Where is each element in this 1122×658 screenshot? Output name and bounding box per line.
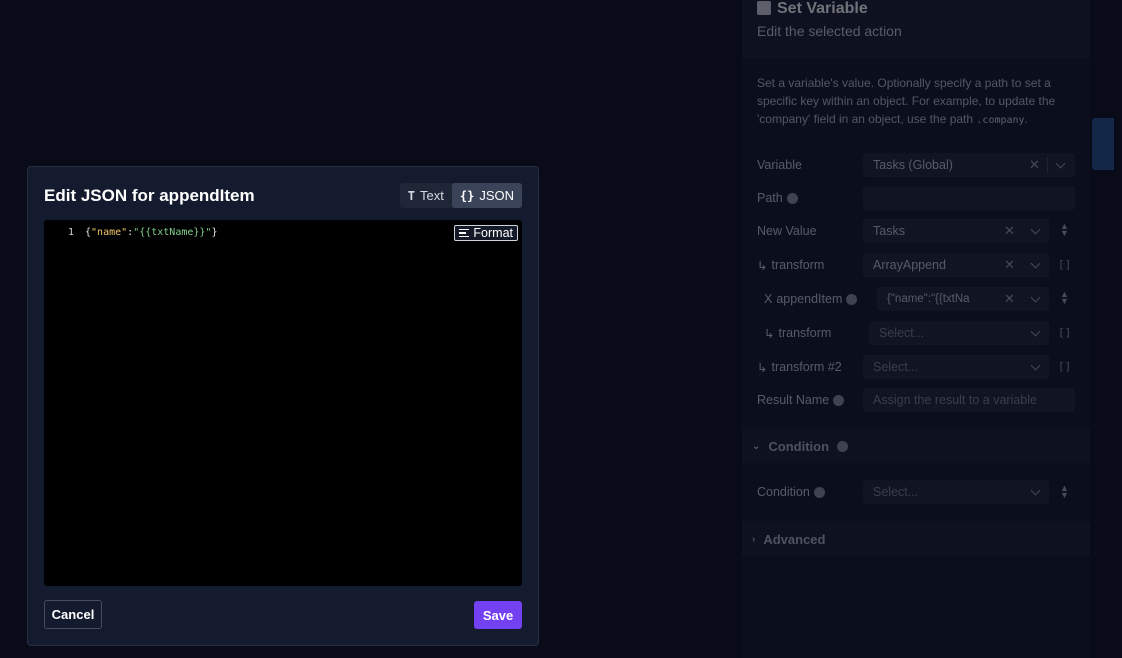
modal-title: Edit JSON for appendItem [44, 186, 255, 205]
properties-panel: Set Variable Edit the selected action Se… [742, 0, 1090, 658]
chevron-right-icon: › [752, 533, 756, 545]
format-button[interactable]: Format [454, 225, 518, 241]
result-name-input[interactable]: Assign the result to a variable [863, 388, 1075, 412]
info-icon [813, 486, 825, 498]
divider [1047, 157, 1048, 173]
text-mode-button[interactable]: T Text [400, 183, 452, 208]
chevron-down-icon: ⌄ [752, 440, 761, 452]
clear-icon[interactable]: ✕ [1029, 157, 1040, 173]
json-mode-button[interactable]: {} JSON [451, 183, 522, 208]
line-number: 1 [68, 227, 75, 238]
clear-icon[interactable]: ✕ [1004, 257, 1015, 273]
panel-title: Set Variable [757, 0, 1075, 18]
mode-toggle: T Text {} JSON [399, 183, 522, 208]
json-editor[interactable]: 1 {"name":"{{txtName}}"} Format [44, 220, 522, 586]
info-icon [786, 192, 798, 204]
code-line[interactable]: {"name":"{{txtName}}"} [85, 227, 218, 238]
clear-icon[interactable]: ✕ [1004, 223, 1015, 239]
transform-2-select[interactable]: Select... [863, 355, 1049, 379]
edit-icon [757, 0, 771, 15]
advanced-section[interactable]: › Advanced [742, 522, 1090, 556]
edge-tab [1092, 118, 1114, 170]
array-icon[interactable]: [] [1058, 258, 1071, 271]
array-icon[interactable]: [] [1058, 326, 1071, 339]
path-input[interactable] [863, 186, 1075, 210]
panel-description: Set a variable's value. Optionally speci… [757, 76, 1056, 126]
condition-select[interactable]: Select... [863, 480, 1049, 504]
panel-header: Set Variable Edit the selected action [742, 0, 1090, 58]
info-icon [833, 394, 845, 406]
edit-json-modal: Edit JSON for appendItem T Text {} JSON … [27, 166, 539, 646]
text-icon: T [407, 188, 416, 203]
align-left-icon [459, 228, 470, 238]
condition-section[interactable]: ⌄ Condition [742, 429, 1090, 463]
nested-transform-select[interactable]: Select... [869, 321, 1049, 345]
panel-subtitle: Edit the selected action [757, 23, 902, 39]
new-value-select[interactable]: Tasks [863, 219, 1049, 243]
cancel-button[interactable]: Cancel [44, 600, 102, 629]
save-button[interactable]: Save [474, 601, 522, 629]
braces-icon: {} [459, 188, 475, 203]
variable-select[interactable]: Tasks (Global) [863, 153, 1075, 177]
path-example: .company [976, 115, 1025, 126]
info-icon [837, 440, 849, 452]
info-icon [846, 293, 858, 305]
transform-select[interactable]: ArrayAppend [863, 253, 1049, 277]
sort-icon[interactable]: ▲ ▼ [1060, 222, 1069, 238]
array-icon[interactable]: [] [1058, 360, 1071, 373]
clear-icon[interactable]: ✕ [1004, 291, 1015, 307]
sort-icon[interactable]: ▲ ▼ [1060, 484, 1069, 500]
sort-icon[interactable]: ▲ ▼ [1060, 290, 1069, 306]
append-item-input[interactable]: {"name":"{{txtNa [877, 287, 1049, 311]
